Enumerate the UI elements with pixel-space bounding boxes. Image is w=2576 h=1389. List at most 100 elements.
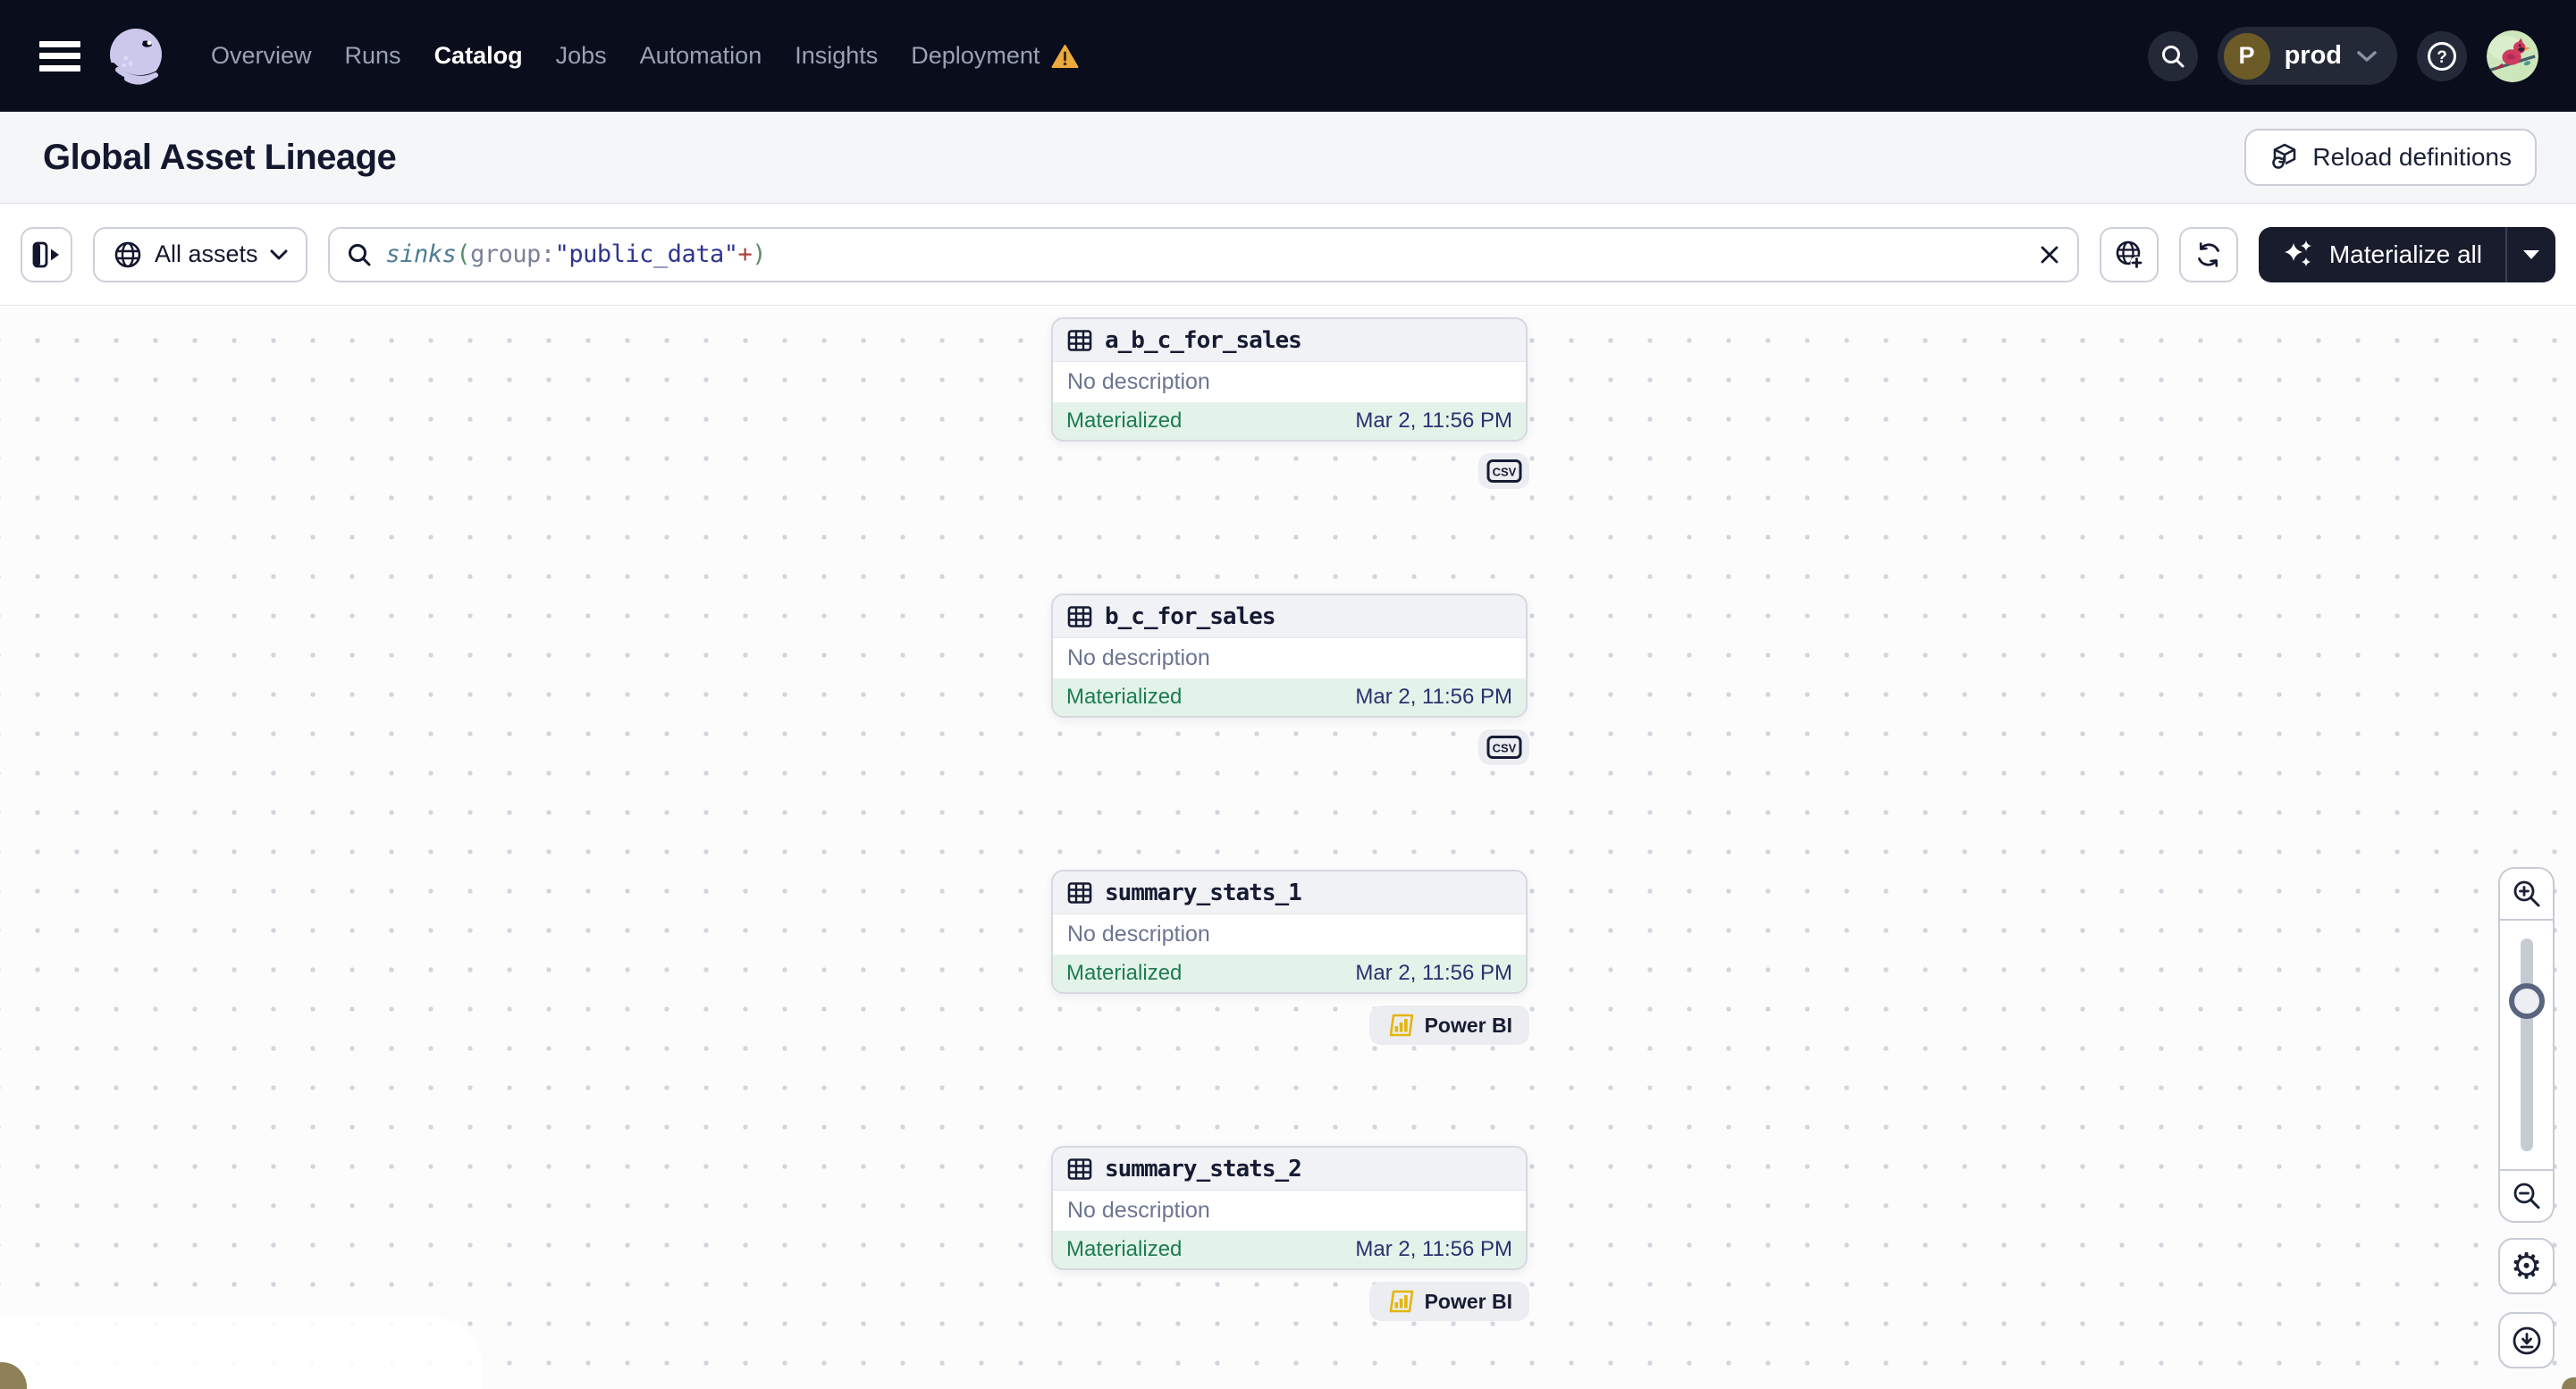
asset-description: No description	[1067, 369, 1210, 394]
asset-tag-label: Power BI	[1424, 1013, 1512, 1037]
zoom-out-button[interactable]	[2500, 1169, 2553, 1221]
nav-item-insights[interactable]: Insights	[795, 42, 878, 70]
asset-card[interactable]: summary_stats_2 No description Materiali…	[1051, 1146, 1528, 1270]
table-icon	[1067, 881, 1092, 904]
asset-name: summary_stats_2	[1105, 1155, 1302, 1183]
table-icon	[1067, 605, 1092, 627]
download-icon	[2513, 1326, 2540, 1354]
zoom-out-icon	[2513, 1183, 2539, 1209]
asset-status-bar: Materialized Mar 2, 11:56 PM	[1053, 955, 1526, 992]
lineage-canvas[interactable]: a_b_c_for_sales No description Materiali…	[0, 307, 2576, 1389]
nav-item-deployment[interactable]: Deployment	[911, 42, 1079, 70]
reload-definitions-label: Reload definitions	[2312, 143, 2512, 171]
status-badge: Materialized	[1066, 1237, 1183, 1261]
graph-settings-button[interactable]: ⚙	[2498, 1238, 2555, 1294]
query-token-op: +	[737, 240, 753, 268]
nav-item-label: Jobs	[555, 42, 607, 69]
zoom-slider[interactable]	[2508, 939, 2545, 1151]
panel-toggle-icon	[32, 241, 59, 267]
caret-down-icon	[2523, 249, 2539, 259]
deployment-switcher[interactable]: P prod	[2217, 27, 2397, 85]
materialize-all-label: Materialize all	[2328, 240, 2482, 268]
query-token-fn: sinks	[385, 240, 457, 268]
help-button[interactable]: ?	[2417, 30, 2467, 81]
asset-status-bar: Materialized Mar 2, 11:56 PM	[1053, 402, 1526, 440]
cardinal-avatar-image	[2487, 29, 2538, 82]
page-title: Global Asset Lineage	[43, 137, 397, 177]
nav-item-catalog[interactable]: Catalog	[434, 42, 523, 70]
asset-tag-chip[interactable]: Power BI	[1368, 1006, 1529, 1045]
nav-item-overview[interactable]: Overview	[211, 42, 312, 70]
nav-item-jobs[interactable]: Jobs	[556, 42, 607, 70]
table-icon	[1067, 1158, 1092, 1180]
materialize-all-split-button: Materialize all	[2258, 226, 2555, 282]
search-icon	[348, 243, 371, 265]
refresh-button[interactable]	[2178, 226, 2238, 282]
nav-item-label: Catalog	[434, 42, 523, 69]
materialize-options-button[interactable]	[2507, 227, 2555, 282]
asset-tag-label: Power BI	[1424, 1289, 1512, 1313]
globe-icon	[114, 241, 141, 267]
svg-text:?: ?	[2437, 48, 2447, 67]
sidebar-toggle-button[interactable]	[21, 226, 72, 282]
sparkles-icon	[2284, 240, 2311, 266]
query-token-paren: (	[456, 240, 471, 268]
materialization-timestamp[interactable]: Mar 2, 11:56 PM	[1355, 1237, 1512, 1262]
refresh-icon	[2197, 241, 2219, 267]
asset-tag-chip[interactable]: Power BI	[1368, 1282, 1529, 1321]
asset-selection-input[interactable]: sinks(group: "public_data" +)	[327, 226, 2079, 282]
asset-tag-chip[interactable]: CSV	[1478, 453, 1529, 489]
canvas-corner-veil	[0, 1317, 483, 1389]
nav-item-runs[interactable]: Runs	[345, 42, 401, 70]
zoom-slider-thumb[interactable]	[2508, 983, 2545, 1019]
powerbi-icon	[1389, 1014, 1413, 1037]
query-token-string: "public_data"	[554, 240, 738, 268]
menu-icon[interactable]	[39, 40, 80, 72]
materialization-timestamp[interactable]: Mar 2, 11:56 PM	[1355, 685, 1512, 710]
asset-card[interactable]: b_c_for_sales No description Materialize…	[1051, 593, 1528, 718]
zoom-in-button[interactable]	[2500, 869, 2553, 921]
nav-item-label: Runs	[344, 42, 401, 69]
nav-item-label: Automation	[639, 42, 762, 69]
globe-add-icon	[2116, 240, 2143, 269]
nav-item-automation[interactable]: Automation	[640, 42, 762, 70]
top-nav: Overview Runs Catalog Jobs Automation Insight…	[0, 0, 2576, 112]
lineage-toolbar: All assets sinks(group:"public_data"+)	[0, 204, 2576, 306]
clear-query-button[interactable]	[2038, 243, 2061, 266]
chevron-down-icon	[270, 249, 288, 259]
status-badge: Materialized	[1066, 961, 1183, 985]
asset-status-bar: Materialized Mar 2, 11:56 PM	[1053, 678, 1526, 716]
dagster-app: Overview Runs Catalog Jobs Automation Insight…	[0, 0, 2576, 1389]
dagster-logo[interactable]	[104, 24, 168, 88]
nav-item-label: Insights	[795, 42, 879, 69]
view-graph-scope-button[interactable]	[2099, 226, 2159, 282]
asset-scope-dropdown[interactable]: All assets	[93, 226, 307, 282]
zoom-controls	[2498, 867, 2555, 1223]
asset-description: No description	[1067, 645, 1210, 670]
asset-card[interactable]: a_b_c_for_sales No description Materiali…	[1051, 317, 1528, 442]
asset-card[interactable]: summary_stats_1 No description Materiali…	[1051, 870, 1528, 994]
reload-cube-icon	[2272, 143, 2296, 172]
reload-definitions-button[interactable]: Reload definitions	[2244, 129, 2537, 186]
warning-icon	[1051, 44, 1079, 68]
asset-tag-chip[interactable]: CSV	[1478, 729, 1529, 765]
nav-right: P prod ?	[2147, 27, 2538, 85]
title-bar: Global Asset Lineage Reload definitions	[0, 112, 2576, 204]
table-icon	[1067, 329, 1092, 351]
asset-card-header: b_c_for_sales	[1053, 595, 1526, 638]
asset-name: summary_stats_1	[1105, 879, 1302, 906]
download-image-button[interactable]	[2498, 1312, 2555, 1368]
materialization-timestamp[interactable]: Mar 2, 11:56 PM	[1355, 408, 1512, 434]
asset-description: No description	[1067, 922, 1210, 947]
search-button[interactable]	[2147, 30, 2198, 81]
asset-status-bar: Materialized Mar 2, 11:56 PM	[1053, 1231, 1526, 1268]
user-avatar[interactable]	[2487, 29, 2538, 82]
asset-card-header: summary_stats_1	[1053, 871, 1526, 914]
materialize-all-button[interactable]: Materialize all	[2259, 227, 2505, 282]
deployment-name: prod	[2284, 41, 2342, 70]
materialization-timestamp[interactable]: Mar 2, 11:56 PM	[1355, 961, 1512, 986]
help-icon: ?	[2428, 41, 2456, 71]
asset-selection-query: sinks(group: "public_data" +)	[385, 240, 767, 268]
asset-name: a_b_c_for_sales	[1105, 326, 1302, 354]
nav-item-label: Overview	[211, 42, 312, 69]
